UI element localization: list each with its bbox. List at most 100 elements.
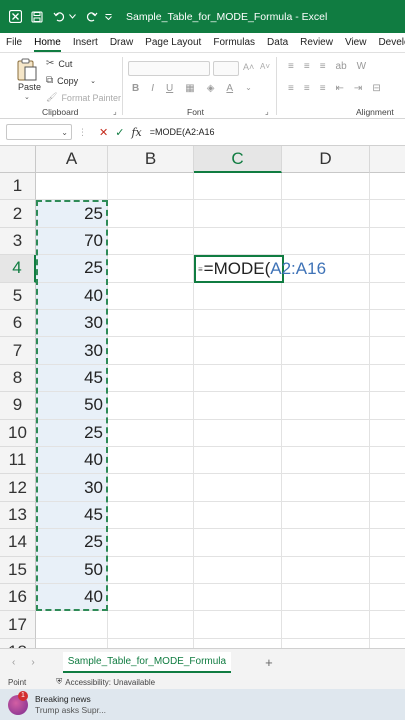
cell-a17[interactable] (36, 611, 108, 639)
cell-a9[interactable]: 50 (36, 392, 108, 420)
tab-draw[interactable]: Draw (104, 37, 139, 52)
cell-e1[interactable] (370, 173, 405, 201)
cell-d9[interactable] (282, 392, 370, 420)
active-cell-c4[interactable]: ≡ =MODE( A2:A16 (194, 255, 326, 283)
cell-e12[interactable] (370, 474, 405, 502)
merge-center-icon[interactable]: ⊟ (372, 83, 380, 94)
font-name-dropdown[interactable] (128, 61, 210, 76)
underline-button[interactable]: U (166, 83, 173, 94)
cell-a8[interactable]: 45 (36, 364, 108, 393)
copy-dropdown-icon[interactable]: ⌄ (90, 77, 96, 85)
font-launcher-icon[interactable]: ⌟ (265, 107, 269, 116)
row-header-11[interactable]: 11 (0, 447, 36, 475)
column-header-a[interactable]: A (36, 146, 108, 173)
row-header-9[interactable]: 9 (0, 392, 36, 420)
row-header-6[interactable]: 6 (0, 310, 36, 338)
cell-b3[interactable] (108, 227, 194, 256)
cell-c13[interactable] (194, 501, 282, 530)
cell-c9[interactable] (194, 392, 282, 420)
cell-e2[interactable] (370, 200, 405, 228)
cell-b12[interactable] (108, 474, 194, 502)
merge-icon[interactable]: ⇥ (354, 83, 362, 94)
row-header-8[interactable]: 8 (0, 364, 36, 393)
cell-a6[interactable]: 30 (36, 310, 108, 338)
bold-button[interactable]: B (132, 83, 139, 94)
sheet-tab-active[interactable]: Sample_Table_for_MODE_Formula (62, 651, 232, 673)
cell-b14[interactable] (108, 529, 194, 557)
row-header-12[interactable]: 12 (0, 474, 36, 502)
cell-a1[interactable] (36, 173, 108, 201)
align-bottom-icon[interactable]: ≡ (320, 61, 326, 72)
clipboard-launcher-icon[interactable]: ⌟ (113, 107, 117, 116)
formula-input[interactable]: =MODE(A2:A16 (150, 127, 215, 137)
cell-e4[interactable] (370, 255, 405, 283)
cell-e16[interactable] (370, 584, 405, 612)
cell-a18[interactable] (36, 638, 108, 648)
cell-a2[interactable]: 25 (36, 200, 108, 228)
cell-e5[interactable] (370, 283, 405, 310)
row-header-1[interactable]: 1 (0, 173, 36, 201)
copy-button[interactable]: ⧉ Copy ⌄ (46, 75, 96, 86)
cell-b2[interactable] (108, 200, 194, 228)
cell-c18[interactable] (194, 638, 282, 648)
cell-a15[interactable]: 50 (36, 556, 108, 584)
cell-e17[interactable] (370, 611, 405, 639)
row-header-7[interactable]: 7 (0, 337, 36, 365)
fill-color-icon[interactable]: ◈ (207, 83, 215, 94)
news-widget-icon[interactable]: 1 (8, 690, 28, 715)
tab-file[interactable]: File (0, 37, 28, 52)
tab-view[interactable]: View (339, 37, 373, 52)
cell-b9[interactable] (108, 392, 194, 420)
select-all-corner[interactable] (0, 146, 36, 173)
orientation-icon[interactable]: ab (336, 61, 347, 72)
row-header-10[interactable]: 10 (0, 419, 36, 447)
cell-a3[interactable]: 70 (36, 227, 108, 256)
row-header-15[interactable]: 15 (0, 556, 36, 584)
tab-developer[interactable]: Developer (372, 37, 405, 52)
paste-icon[interactable] (16, 58, 38, 82)
cell-a13[interactable]: 45 (36, 501, 108, 530)
borders-icon[interactable]: ▦ (185, 83, 194, 94)
cell-b17[interactable] (108, 611, 194, 639)
cell-b15[interactable] (108, 556, 194, 584)
row-header-3[interactable]: 3 (0, 227, 36, 256)
cell-e6[interactable] (370, 310, 405, 338)
redo-icon[interactable] (84, 10, 98, 24)
cell-b1[interactable] (108, 173, 194, 201)
row-header-14[interactable]: 14 (0, 529, 36, 557)
accessibility-status[interactable]: ⛨ Accessibility: Unavailable (56, 677, 155, 687)
cell-d16[interactable] (282, 584, 370, 612)
undo-dropdown-icon[interactable] (68, 10, 76, 24)
cell-a7[interactable]: 30 (36, 337, 108, 365)
cell-d7[interactable] (282, 337, 370, 365)
decrease-font-icon[interactable]: A˅ (260, 62, 270, 71)
paste-dropdown-icon[interactable]: ⌄ (24, 93, 30, 101)
cell-c17[interactable] (194, 611, 282, 639)
add-sheet-icon[interactable]: + (265, 655, 273, 670)
cell-d5[interactable] (282, 282, 370, 310)
cell-e18[interactable] (370, 639, 405, 648)
paste-button[interactable]: Paste (18, 82, 41, 92)
italic-button[interactable]: I (151, 83, 154, 94)
insert-function-icon[interactable]: fx (131, 126, 141, 139)
row-header-13[interactable]: 13 (0, 501, 36, 530)
column-header-d[interactable]: D (282, 146, 370, 173)
cell-c10[interactable] (194, 419, 282, 447)
cell-c12[interactable] (194, 474, 282, 502)
cell-e11[interactable] (370, 447, 405, 475)
cell-d14[interactable] (282, 529, 370, 557)
cell-a16[interactable]: 40 (36, 584, 108, 612)
cut-button[interactable]: ✂ Cut (46, 58, 72, 69)
font-size-dropdown[interactable] (213, 61, 239, 76)
cell-e10[interactable] (370, 420, 405, 447)
align-middle-icon[interactable]: ≡ (304, 61, 310, 72)
cell-b13[interactable] (108, 501, 194, 530)
cell-e13[interactable] (370, 502, 405, 530)
cell-a12[interactable]: 30 (36, 474, 108, 502)
cell-d6[interactable] (282, 310, 370, 338)
cell-d10[interactable] (282, 419, 370, 447)
cell-d3[interactable] (282, 227, 370, 256)
tab-page-layout[interactable]: Page Layout (139, 37, 207, 52)
cell-d17[interactable] (282, 611, 370, 639)
wrap-text-icon[interactable]: W (357, 61, 366, 72)
